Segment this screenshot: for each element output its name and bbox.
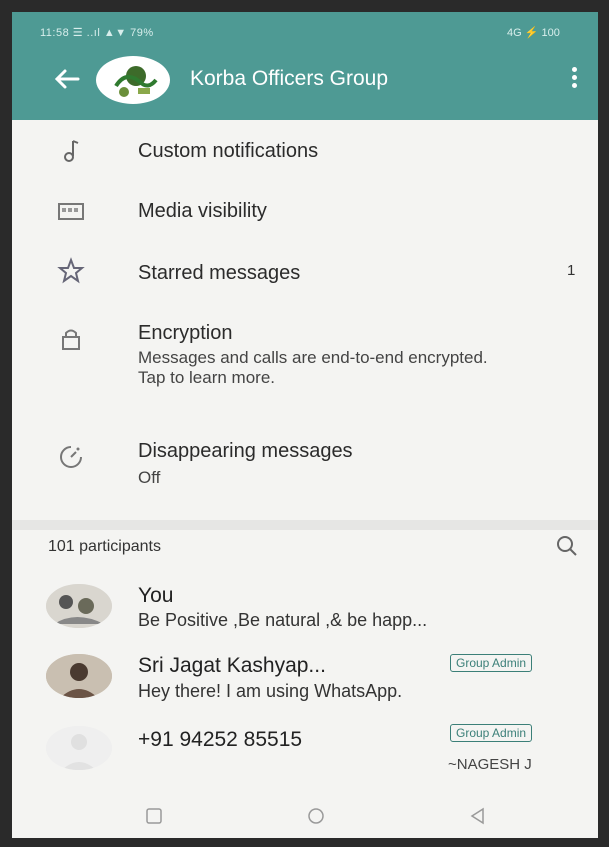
search-icon[interactable]: [554, 533, 580, 559]
group-avatar[interactable]: [96, 56, 170, 104]
disappearing-messages-status: Off: [138, 468, 161, 487]
encryption-label: Encryption: [138, 322, 233, 344]
timer-icon: [56, 442, 86, 472]
media-visibility-row[interactable]: Media visibility: [12, 182, 598, 242]
participant-pushname: ~NAGESH J: [448, 756, 532, 773]
custom-notifications-label: Custom notifications: [138, 140, 319, 162]
lock-icon: [56, 324, 86, 354]
participant-status: Hey there! I am using WhatsApp.: [138, 681, 403, 701]
participants-count: 101 participants: [48, 538, 161, 555]
status-bar: 11:58 ☰ ..ıl ▲▼ 79% 4G ⚡ 100: [12, 12, 598, 48]
avatar: [46, 654, 112, 698]
back-nav-icon[interactable]: [466, 806, 490, 826]
starred-count: 1: [567, 262, 576, 279]
custom-notifications-row[interactable]: Custom notifications: [12, 120, 598, 182]
participant-name: +91 94252 85515: [138, 728, 303, 751]
star-icon: [56, 256, 86, 286]
music-note-icon: [56, 136, 86, 166]
participant-row[interactable]: +91 94252 85515 Group Admin ~NAGESH J: [12, 712, 598, 784]
disappearing-messages-label: Disappearing messages: [138, 440, 353, 462]
group-title[interactable]: Korba Officers Group: [190, 67, 388, 91]
app-header: 11:58 ☰ ..ıl ▲▼ 79% 4G ⚡ 100 Korba Offic…: [12, 12, 598, 120]
disappearing-messages-row[interactable]: Disappearing messages Off: [12, 432, 598, 502]
image-gallery-icon: [56, 196, 86, 226]
starred-messages-label: Starred messages: [138, 262, 301, 284]
more-options-icon[interactable]: [564, 64, 584, 94]
encryption-description: Messages and calls are end-to-end encryp…: [138, 348, 488, 387]
device-frame-right: [598, 0, 609, 847]
back-arrow-icon[interactable]: [52, 64, 82, 94]
participant-status: Be Positive ,Be natural ,& be happ...: [138, 610, 428, 630]
phone-screen: 11:58 ☰ ..ıl ▲▼ 79% 4G ⚡ 100 Korba Offic…: [12, 12, 598, 838]
recent-apps-icon[interactable]: [142, 806, 166, 826]
device-frame-top: [0, 0, 609, 12]
participant-name: Sri Jagat Kashyap...: [138, 654, 326, 677]
system-navigation-bar: [12, 792, 598, 838]
status-bar-left: 11:58 ☰ ..ıl ▲▼ 79%: [40, 27, 154, 39]
media-visibility-label: Media visibility: [138, 200, 267, 222]
group-admin-badge: Group Admin: [450, 724, 533, 742]
group-admin-badge: Group Admin: [450, 654, 533, 672]
home-icon[interactable]: [304, 806, 328, 826]
device-frame-bottom: [0, 838, 609, 847]
device-frame-left: [0, 0, 12, 847]
participant-row[interactable]: Sri Jagat Kashyap... Group Admin Hey the…: [12, 640, 598, 706]
starred-messages-row[interactable]: Starred messages 1: [12, 242, 598, 304]
participant-row[interactable]: You Be Positive ,Be natural ,& be happ..…: [12, 572, 598, 636]
section-divider: [12, 520, 598, 530]
status-bar-right: 4G ⚡ 100: [507, 27, 560, 39]
participant-name: You: [138, 584, 174, 607]
encryption-row[interactable]: Encryption Messages and calls are end-to…: [12, 312, 598, 422]
avatar: [46, 726, 112, 770]
avatar: [46, 584, 112, 628]
